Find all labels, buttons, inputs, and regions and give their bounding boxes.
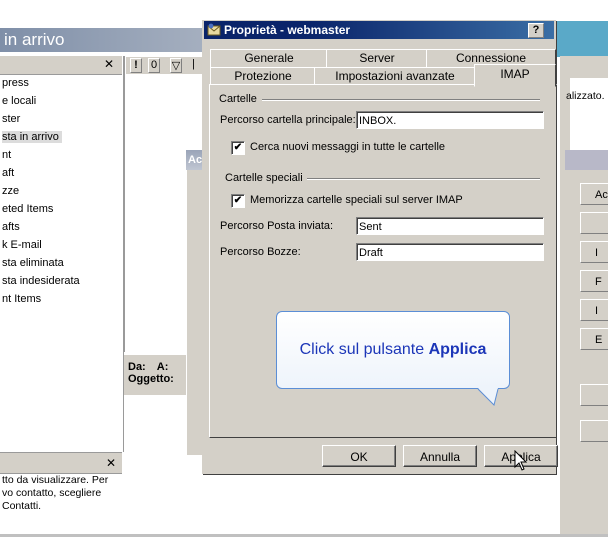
folder-item[interactable]: k E-mail [2,239,42,251]
right-panel-button[interactable]: I [580,299,608,321]
right-panel-button[interactable] [580,384,608,406]
contacts-close-icon[interactable]: ✕ [106,456,116,470]
right-dialog-title [565,150,608,170]
contacts-text-line: tto da visualizzare. Per [2,474,109,486]
special-folders-group-title: Cartelle speciali [225,172,307,184]
callout-text: Click sul pulsante [299,341,429,358]
drafts-path-label: Percorso Bozze: [220,246,301,258]
preview-to-label: A: [156,361,169,373]
folders-group-title: Cartelle [219,93,261,105]
check-new-checkbox[interactable]: ✔ [231,141,245,155]
right-panel-button[interactable]: I [580,241,608,263]
contacts-text-line: Contatti. [2,500,42,512]
tab-impostazioni-avanzate[interactable]: Impostazioni avanzate [314,67,476,85]
folder-item[interactable]: zze [2,185,19,197]
tutorial-callout: Click sul pulsante Applica [276,311,510,389]
callout-emphasis: Applica [428,341,487,358]
folder-pane-close-icon[interactable]: ✕ [104,57,114,71]
folder-item[interactable]: nt [2,149,11,161]
priority-column-icon[interactable]: ! [130,58,142,73]
tab-generale[interactable]: Generale [210,49,328,67]
root-path-label: Percorso cartella principale: [220,114,356,126]
folder-item[interactable]: ster [2,113,20,125]
drafts-path-input[interactable]: Draft [356,243,544,261]
folder-item[interactable]: aft [2,167,14,179]
folder-pane-header: ✕ [0,56,122,75]
dialog-title-bar: Proprietà - webmaster [204,21,554,39]
sent-path-label: Percorso Posta inviata: [220,220,334,232]
preview-from-label: Da: [128,361,146,373]
right-message-text: alizzato. [566,90,605,102]
mouse-pointer-icon [514,450,528,471]
tab-imap[interactable]: IMAP [474,64,556,87]
message-list-header: ! 0 ▽ | [126,57,206,74]
right-panel-button[interactable]: F [580,270,608,292]
group-divider [262,99,540,101]
tab-server[interactable]: Server [326,49,428,67]
help-button[interactable]: ? [528,23,544,38]
sent-path-input[interactable]: Sent [356,217,544,235]
folder-item[interactable]: e locali [2,95,36,107]
preview-subject-label: Oggetto: [128,373,174,385]
right-panel-button[interactable] [580,212,608,234]
check-new-label: Cerca nuovi messaggi in tutte le cartell… [250,141,446,153]
right-panel-button[interactable]: Ac [580,183,608,205]
folder-item[interactable]: press [2,77,29,89]
account-icon [207,23,221,36]
store-special-checkbox[interactable]: ✔ [231,194,245,208]
tab-protezione[interactable]: Protezione [210,67,316,85]
group-divider [306,178,540,180]
cancel-button[interactable]: Annulla [403,445,477,467]
callout-tail [477,388,499,406]
right-panel-button[interactable] [580,420,608,442]
flag-column-icon[interactable]: ▽ [170,58,182,73]
right-panel-button[interactable]: E [580,328,608,350]
folder-item[interactable]: sta in arrivo [2,131,62,143]
folder-item[interactable]: afts [2,221,20,233]
column-divider: | [192,58,195,70]
contacts-text-line: vo contatto, scegliere [2,487,102,499]
root-path-input[interactable]: INBOX. [356,111,544,129]
contacts-pane: tto da visualizzare. Per vo contatto, sc… [0,474,124,534]
dialog-title: Proprietà - webmaster [224,23,351,37]
attachment-column-icon[interactable]: 0 [148,58,160,73]
folder-item[interactable]: sta eliminata [2,257,64,269]
folder-item[interactable]: eted Items [2,203,53,215]
contacts-pane-header: ✕ [0,452,122,474]
store-special-label: Memorizza cartelle speciali sul server I… [250,194,463,206]
folder-item[interactable]: nt Items [2,293,41,305]
right-message-area: alizzato. [566,78,608,153]
ok-button[interactable]: OK [322,445,396,467]
folder-item[interactable]: sta indesiderata [2,275,80,287]
background-window-title: in arrivo [0,28,209,52]
